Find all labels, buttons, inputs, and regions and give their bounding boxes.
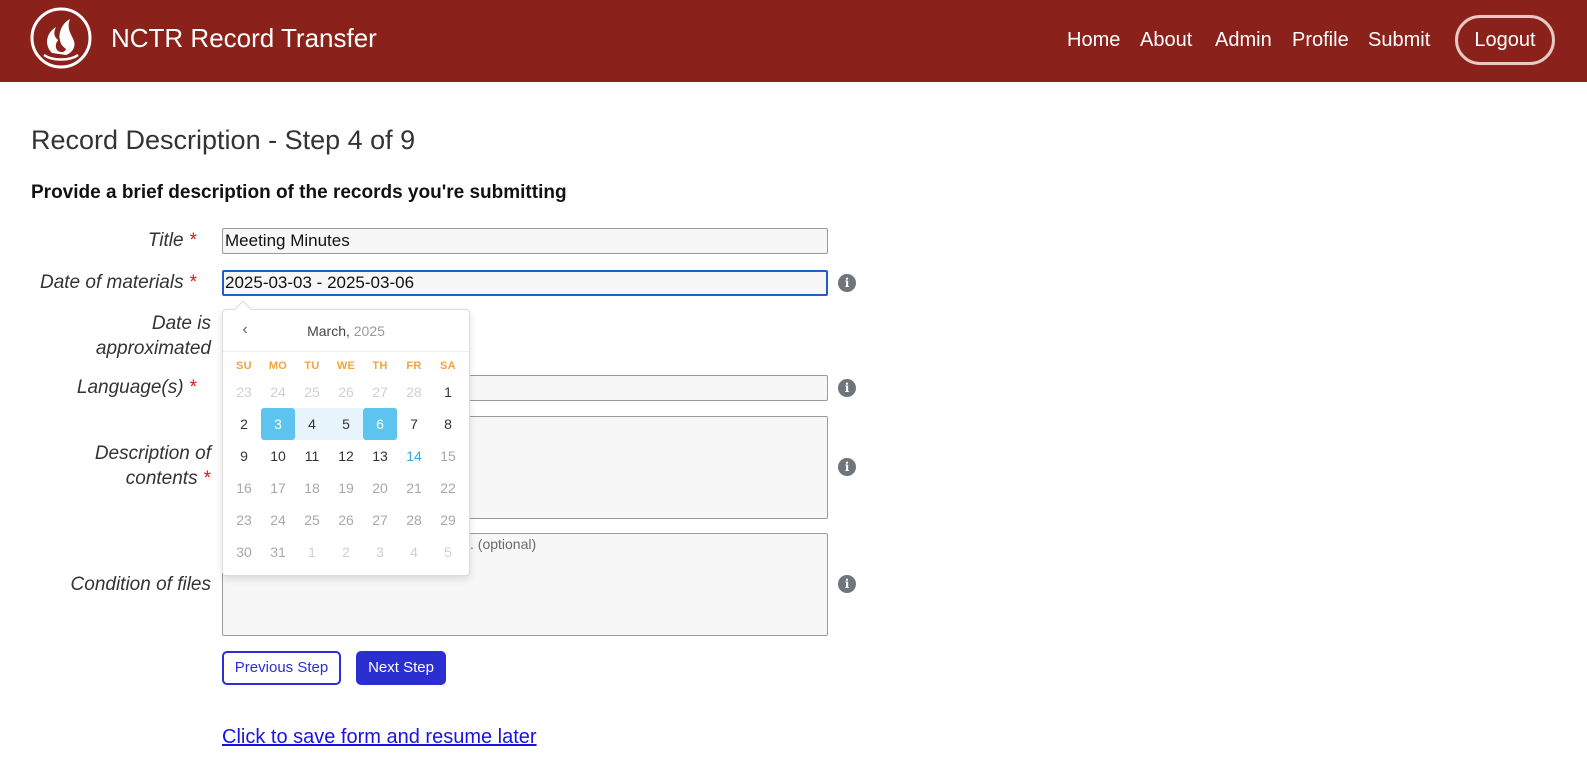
- calendar-day[interactable]: 27: [363, 376, 397, 408]
- calendar-day[interactable]: 14: [397, 440, 431, 472]
- calendar-day: 27: [372, 512, 388, 528]
- weekday-fr: FR: [406, 360, 422, 372]
- calendar-day[interactable]: 9: [227, 440, 261, 472]
- calendar-day[interactable]: 23: [227, 376, 261, 408]
- nav-profile-link[interactable]: Profile: [1292, 27, 1349, 53]
- logout-button[interactable]: Logout: [1455, 15, 1555, 65]
- condition-of-files-label: Condition of files: [70, 574, 211, 595]
- calendar-day[interactable]: 2: [227, 408, 261, 440]
- calendar-day: 24: [270, 512, 286, 528]
- calendar-day[interactable]: 3: [261, 408, 295, 440]
- previous-step-button[interactable]: Previous Step: [222, 651, 341, 685]
- calendar-day: 31: [270, 544, 286, 560]
- calendar-day: 15: [440, 448, 456, 464]
- condition-info-icon[interactable]: i: [838, 575, 856, 593]
- nav-admin-link[interactable]: Admin: [1215, 27, 1272, 53]
- calendar-day[interactable]: 1: [295, 536, 329, 568]
- date-picker-nav: ‹ March, 2025: [223, 310, 469, 352]
- calendar-day[interactable]: 13: [363, 440, 397, 472]
- calendar-grid: 23 24 25 26 27 28 1 2 3 4 5 6 7 8 9 10 11 12 13 14 15 16 17 18 1…: [227, 376, 465, 568]
- calendar-day[interactable]: 5: [329, 408, 363, 440]
- calendar-day: 18: [304, 480, 320, 496]
- title-input[interactable]: Meeting Minutes: [222, 228, 828, 254]
- calendar-day[interactable]: 12: [329, 440, 363, 472]
- calendar-day: 21: [406, 480, 422, 496]
- date-approximated-label: Date is approximated: [95, 313, 211, 359]
- weekday-header: SU MO TU WE TH FR SA: [227, 360, 465, 376]
- required-mark: *: [189, 377, 197, 398]
- calendar-day[interactable]: 3: [363, 536, 397, 568]
- date-of-materials-input[interactable]: 2025-03-03 - 2025-03-06: [222, 270, 828, 296]
- weekday-th: TH: [372, 360, 388, 372]
- nav-submit-link[interactable]: Submit: [1368, 27, 1430, 53]
- calendar-day: 22: [440, 480, 456, 496]
- calendar-day: 30: [236, 544, 252, 560]
- page-title: Record Description - Step 4 of 9: [31, 125, 416, 155]
- description-info-icon[interactable]: i: [838, 458, 856, 476]
- weekday-su: SU: [236, 360, 252, 372]
- calendar-day[interactable]: 2: [329, 536, 363, 568]
- language-info-icon[interactable]: i: [838, 379, 856, 397]
- calendar-day: 26: [338, 512, 354, 528]
- language-label: Language(s) *: [76, 377, 197, 398]
- weekday-we: WE: [336, 360, 356, 372]
- required-mark: *: [189, 272, 197, 293]
- date-picker-title[interactable]: March, 2025: [223, 321, 469, 341]
- required-mark: *: [189, 230, 197, 251]
- date-info-icon[interactable]: i: [838, 274, 856, 292]
- save-resume-link[interactable]: Click to save form and resume later: [222, 724, 537, 750]
- page-subtitle: Provide a brief description of the recor…: [31, 182, 567, 203]
- description-label: Description of contents *: [94, 443, 211, 489]
- calendar-day: 28: [406, 512, 422, 528]
- calendar-day[interactable]: 28: [397, 376, 431, 408]
- top-navbar: NCTR Record Transfer Home About Admin Pr…: [0, 0, 1587, 82]
- date-picker-popup: ‹ March, 2025 SU MO TU WE TH FR SA 23 24 25 26 27 2…: [222, 300, 470, 576]
- calendar-day[interactable]: 10: [261, 440, 295, 472]
- calendar-day: 23: [236, 512, 252, 528]
- weekday-tu: TU: [304, 360, 320, 372]
- calendar-day[interactable]: 1: [431, 376, 465, 408]
- calendar-day[interactable]: 11: [295, 440, 329, 472]
- calendar-day[interactable]: 4: [397, 536, 431, 568]
- app-title[interactable]: NCTR Record Transfer: [111, 22, 377, 54]
- weekday-sa: SA: [440, 360, 456, 372]
- calendar-day: 16: [236, 480, 252, 496]
- calendar-day[interactable]: 24: [261, 376, 295, 408]
- calendar-day[interactable]: 7: [397, 408, 431, 440]
- calendar-day[interactable]: 26: [329, 376, 363, 408]
- calendar-day[interactable]: 5: [431, 536, 465, 568]
- nctr-logo-icon[interactable]: [30, 7, 92, 69]
- calendar-day[interactable]: 4: [295, 408, 329, 440]
- calendar-day: 19: [338, 480, 354, 496]
- nav-about-link[interactable]: About: [1140, 27, 1192, 53]
- next-step-button[interactable]: Next Step: [356, 651, 446, 685]
- calendar-day: 20: [372, 480, 388, 496]
- calendar-day: 25: [304, 512, 320, 528]
- calendar-day: 29: [440, 512, 456, 528]
- required-mark: *: [203, 468, 211, 489]
- date-of-materials-label: Date of materials *: [39, 272, 197, 293]
- weekday-mo: MO: [268, 360, 288, 372]
- calendar-day[interactable]: 6: [363, 408, 397, 440]
- condition-placeholder: . (optional): [470, 536, 537, 552]
- nav-home-link[interactable]: Home: [1067, 27, 1120, 53]
- title-label: Title *: [147, 230, 197, 251]
- calendar-day: 17: [270, 480, 286, 496]
- calendar-day[interactable]: 25: [295, 376, 329, 408]
- calendar-day[interactable]: 8: [431, 408, 465, 440]
